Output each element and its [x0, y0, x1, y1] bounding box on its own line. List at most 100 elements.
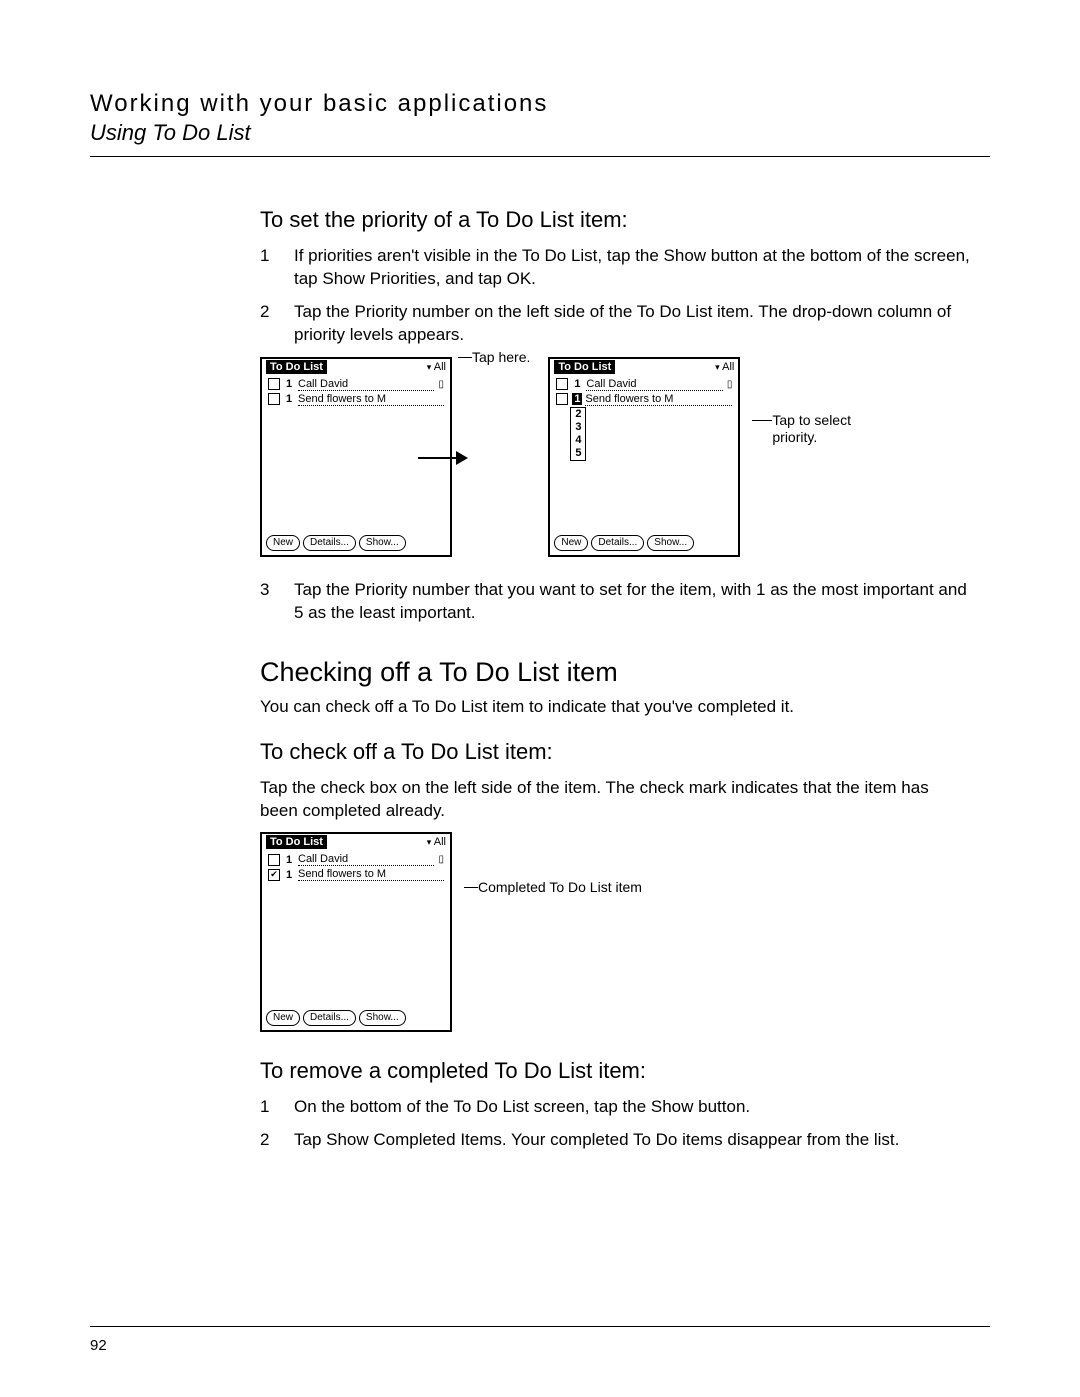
chapter-title: Working with your basic applications: [90, 90, 990, 118]
pda-titlebar: To Do List All: [550, 359, 738, 375]
pda-button-bar: New Details... Show...: [266, 535, 406, 551]
pda-category-selector[interactable]: All: [427, 361, 446, 373]
todo-item[interactable]: 1 Send flowers to M: [268, 392, 444, 407]
priority-number[interactable]: 1: [284, 393, 294, 405]
checkbox-icon[interactable]: [268, 393, 280, 405]
check-off-body: Tap the check box on the left side of th…: [260, 777, 970, 823]
priority-option[interactable]: 4: [571, 434, 585, 447]
document-page: Working with your basic applications Usi…: [0, 0, 1080, 1397]
checkbox-icon[interactable]: [556, 378, 568, 390]
footer-rule: [90, 1326, 990, 1327]
todo-text[interactable]: Call David: [298, 853, 434, 866]
section-title: Using To Do List: [90, 120, 990, 146]
pda-screenshot-checked: To Do List All 1 Call David ▯ ✔ 1 Send f…: [260, 832, 452, 1032]
callout-column-left: Tap here.: [458, 357, 530, 557]
todo-cursor-row: .: [268, 882, 444, 897]
callout-completed: Completed To Do List item: [464, 832, 642, 1032]
callout-tap-to-select: Tap to select priority.: [772, 412, 862, 447]
pda-list: 1 Call David ▯ 1 Send flowers to M 2 3 4…: [550, 375, 738, 463]
pda-titlebar: To Do List All: [262, 834, 450, 850]
step-text: On the bottom of the To Do List screen, …: [294, 1096, 750, 1119]
show-button[interactable]: Show...: [359, 1010, 406, 1026]
pda-list: 1 Call David ▯ 1 Send flowers to M: [262, 375, 450, 409]
header-rule: [90, 156, 990, 157]
pda-title: To Do List: [266, 360, 327, 374]
todo-item[interactable]: 1 Send flowers to M: [556, 392, 732, 407]
show-button[interactable]: Show...: [359, 535, 406, 551]
checkbox-checked-icon[interactable]: ✔: [268, 869, 280, 881]
callout-completed-text: Completed To Do List item: [478, 879, 642, 897]
step-number: 2: [260, 301, 274, 347]
todo-item[interactable]: 1 Call David ▯: [268, 377, 444, 392]
step-number: 1: [260, 245, 274, 291]
priority-option[interactable]: 2: [571, 408, 585, 421]
priority-number[interactable]: 1: [284, 378, 294, 390]
priority-number[interactable]: 1: [284, 854, 294, 866]
todo-item[interactable]: ✔ 1 Send flowers to M: [268, 867, 444, 882]
set-priority-steps-cont: 3 Tap the Priority number that you want …: [260, 579, 970, 625]
details-button[interactable]: Details...: [303, 535, 356, 551]
set-priority-steps: 1 If priorities aren't visible in the To…: [260, 245, 970, 347]
todo-text[interactable]: Call David: [298, 378, 434, 391]
priority-number[interactable]: 1: [284, 869, 294, 881]
heading-remove-completed: To remove a completed To Do List item:: [260, 1058, 970, 1084]
checkbox-icon[interactable]: [268, 378, 280, 390]
arrow-right-icon: [418, 451, 468, 465]
details-button[interactable]: Details...: [303, 1010, 356, 1026]
pda-list: 1 Call David ▯ ✔ 1 Send flowers to M .: [262, 850, 450, 899]
checkbox-icon[interactable]: [556, 393, 568, 405]
todo-text[interactable]: Send flowers to M: [298, 868, 444, 881]
pda-titlebar: To Do List All: [262, 359, 450, 375]
pda-title: To Do List: [554, 360, 615, 374]
pda-screenshot-after: To Do List All 1 Call David ▯ 1 Send flo…: [548, 357, 740, 557]
pda-category-selector[interactable]: All: [715, 361, 734, 373]
figure-priority: To Do List All 1 Call David ▯ 1 Send flo…: [260, 357, 970, 557]
callout-column-right: Tap to select priority.: [752, 357, 862, 557]
priority-option[interactable]: 5: [571, 447, 585, 460]
new-button[interactable]: New: [266, 535, 300, 551]
step-1: 1 On the bottom of the To Do List screen…: [260, 1096, 970, 1119]
todo-text[interactable]: Send flowers to M: [585, 393, 732, 406]
callout-tap-here: Tap here.: [472, 349, 530, 367]
step-number: 1: [260, 1096, 274, 1119]
pda-category-selector[interactable]: All: [427, 836, 446, 848]
pda-button-bar: New Details... Show...: [266, 1010, 406, 1026]
note-icon[interactable]: ▯: [438, 854, 444, 865]
heading-set-priority: To set the priority of a To Do List item…: [260, 207, 970, 233]
remove-completed-steps: 1 On the bottom of the To Do List screen…: [260, 1096, 970, 1152]
note-icon[interactable]: ▯: [438, 379, 444, 390]
priority-dropdown[interactable]: 2 3 4 5: [570, 407, 586, 461]
priority-number-selected[interactable]: 1: [572, 393, 582, 405]
note-icon[interactable]: ▯: [727, 379, 733, 390]
step-3: 3 Tap the Priority number that you want …: [260, 579, 970, 625]
step-2: 2 Tap Show Completed Items. Your complet…: [260, 1129, 970, 1152]
todo-item[interactable]: 1 Call David ▯: [268, 852, 444, 867]
step-2: 2 Tap the Priority number on the left si…: [260, 301, 970, 347]
step-text: If priorities aren't visible in the To D…: [294, 245, 970, 291]
pda-title: To Do List: [266, 835, 327, 849]
pda-button-bar: New Details... Show...: [554, 535, 694, 551]
step-text: Tap Show Completed Items. Your completed…: [294, 1129, 899, 1152]
subheading-check-off: To check off a To Do List item:: [260, 739, 970, 765]
new-button[interactable]: New: [266, 1010, 300, 1026]
page-header: Working with your basic applications Usi…: [90, 90, 990, 157]
checkbox-icon[interactable]: [268, 854, 280, 866]
leader-line: [464, 887, 478, 888]
step-number: 3: [260, 579, 274, 625]
figure-check-off: To Do List All 1 Call David ▯ ✔ 1 Send f…: [260, 832, 970, 1032]
leader-line: [458, 357, 472, 358]
todo-item[interactable]: 1 Call David ▯: [556, 377, 732, 392]
priority-number[interactable]: 1: [572, 378, 582, 390]
todo-text[interactable]: Call David: [586, 378, 722, 391]
show-button[interactable]: Show...: [647, 535, 694, 551]
step-text: Tap the Priority number that you want to…: [294, 579, 970, 625]
page-number: 92: [90, 1337, 107, 1354]
checking-off-intro: You can check off a To Do List item to i…: [260, 696, 970, 719]
leader-line: [752, 420, 772, 421]
priority-option[interactable]: 3: [571, 421, 585, 434]
todo-text[interactable]: Send flowers to M: [298, 393, 444, 406]
heading-checking-off: Checking off a To Do List item: [260, 657, 970, 688]
details-button[interactable]: Details...: [591, 535, 644, 551]
page-content: To set the priority of a To Do List item…: [260, 207, 970, 1152]
new-button[interactable]: New: [554, 535, 588, 551]
